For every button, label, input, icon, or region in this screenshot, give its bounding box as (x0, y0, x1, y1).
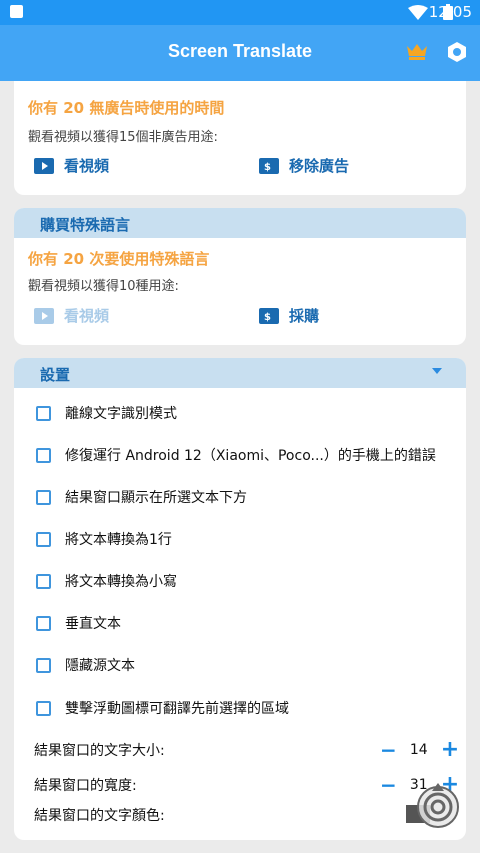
watch-video-label: 看視頻 (64, 157, 110, 175)
special-language-header: 購買特殊語言 (14, 208, 466, 238)
checkbox-label: 將文本轉換為1行 (65, 532, 172, 548)
width-label: 結果窗口的寬度: (34, 778, 137, 794)
plus-icon[interactable]: + (441, 737, 459, 762)
svg-text:$: $ (264, 312, 271, 323)
floating-target-icon[interactable] (416, 783, 460, 829)
checkbox-row-double-tap[interactable]: 雙擊浮動圖標可翻譯先前選擇的區域 (36, 697, 289, 719)
checkbox-label: 雙擊浮動圖標可翻譯先前選擇的區域 (65, 701, 289, 717)
minus-icon[interactable]: − (380, 773, 397, 797)
settings-header[interactable]: 設置 (14, 358, 466, 388)
checkbox-label: 離線文字識別模式 (65, 406, 177, 422)
special-language-uses-text: 你有 20 次要使用特殊語言 (28, 250, 210, 268)
money-icon: $ (259, 157, 279, 174)
svg-text:$: $ (264, 162, 271, 173)
status-bar: 12:05 (0, 0, 480, 25)
purchase-label: 採購 (289, 307, 320, 325)
checkbox[interactable] (36, 531, 51, 547)
ad-free-card: 你有 20 無廣告時使用的時間 觀看視頻以獲得15個非廣告用途: 看視頻 $ 移… (14, 81, 466, 195)
font-size-stepper: − 14 + (380, 737, 459, 762)
checkbox-label: 垂直文本 (65, 616, 121, 632)
checkbox[interactable] (36, 615, 51, 631)
clock: 12:05 (428, 3, 472, 21)
checkbox-row-vertical-text[interactable]: 垂直文本 (36, 612, 121, 634)
special-language-watch-info: 觀看視頻以獲得10種用途: (28, 279, 179, 294)
font-size-label: 結果窗口的文字大小: (34, 743, 165, 759)
checkbox[interactable] (36, 405, 51, 421)
purchase-button[interactable]: $ 採購 (259, 305, 319, 326)
checkbox-row-hide-source[interactable]: 隱藏源文本 (36, 654, 135, 676)
settings-card: 設置 離線文字識別模式 修復運行 Android 12（Xiaomi、Poco.… (14, 358, 466, 840)
checkbox-row-offline-ocr[interactable]: 離線文字識別模式 (36, 402, 177, 424)
watch-video-label: 看視頻 (64, 307, 110, 325)
checkbox-row-android12-fix[interactable]: 修復運行 Android 12（Xiaomi、Poco...）的手機上的錯誤 (36, 444, 436, 466)
money-icon: $ (259, 307, 279, 324)
checkbox-row-result-below[interactable]: 結果窗口顯示在所選文本下方 (36, 486, 247, 508)
app-bar: Screen Translate (0, 25, 480, 81)
settings-title: 設置 (40, 366, 71, 384)
special-language-title: 購買特殊語言 (40, 216, 131, 234)
font-size-value: 14 (409, 741, 428, 758)
crown-icon[interactable] (406, 42, 428, 60)
ad-free-time-text: 你有 20 無廣告時使用的時間 (28, 99, 225, 117)
checkbox-row-lowercase[interactable]: 將文本轉換為小寫 (36, 570, 177, 592)
video-icon (34, 157, 54, 174)
checkbox-label: 隱藏源文本 (65, 658, 135, 674)
checkbox[interactable] (36, 489, 51, 505)
checkbox-label: 結果窗口顯示在所選文本下方 (65, 490, 247, 506)
watch-video-button[interactable]: 看視頻 (34, 155, 109, 176)
checkbox[interactable] (36, 447, 51, 463)
checkbox[interactable] (36, 657, 51, 673)
chevron-down-icon[interactable] (432, 368, 442, 374)
remove-ads-button[interactable]: $ 移除廣告 (259, 155, 349, 176)
ad-free-watch-info: 觀看視頻以獲得15個非廣告用途: (28, 130, 218, 145)
checkbox-label: 將文本轉換為小寫 (65, 574, 177, 590)
wifi-icon (408, 5, 428, 20)
watch-video-button-disabled[interactable]: 看視頻 (34, 305, 109, 326)
special-language-card: 購買特殊語言 你有 20 次要使用特殊語言 觀看視頻以獲得10種用途: 看視頻 … (14, 208, 466, 345)
checkbox[interactable] (36, 700, 51, 716)
video-icon (34, 307, 54, 324)
checkbox-label: 修復運行 Android 12（Xiaomi、Poco...）的手機上的錯誤 (65, 448, 436, 464)
checkbox-row-one-line[interactable]: 將文本轉換為1行 (36, 528, 172, 550)
text-color-label: 結果窗口的文字顏色: (34, 808, 165, 824)
remove-ads-label: 移除廣告 (289, 157, 350, 175)
checkbox[interactable] (36, 573, 51, 589)
settings-hex-icon[interactable] (446, 41, 468, 63)
notification-icon (10, 5, 23, 18)
minus-icon[interactable]: − (380, 738, 397, 762)
